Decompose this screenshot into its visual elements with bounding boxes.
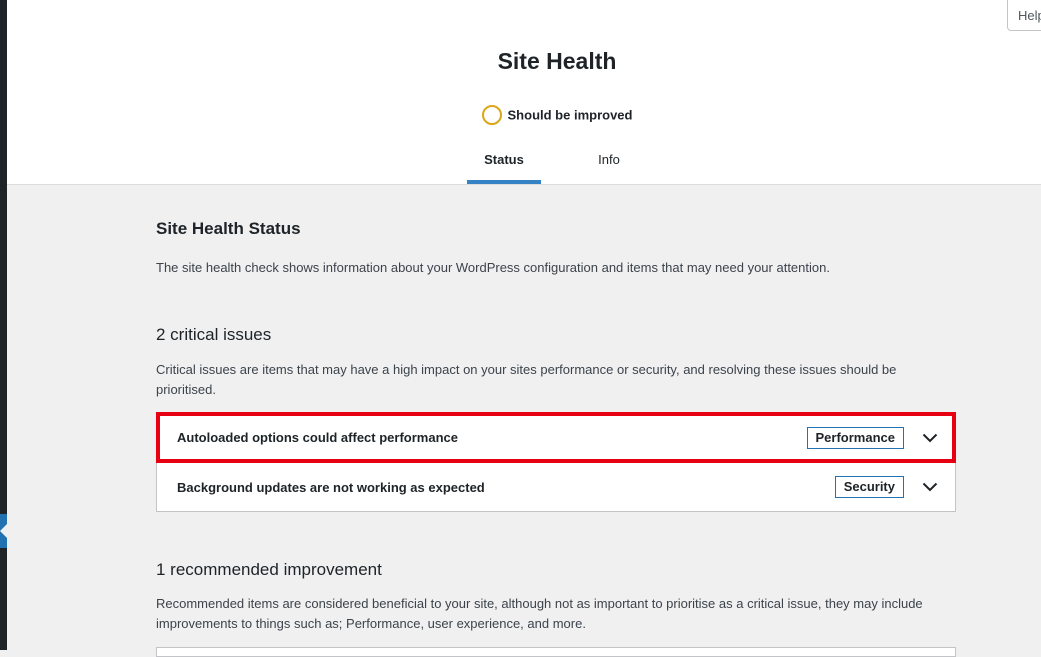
chevron-down-icon[interactable]	[917, 425, 943, 451]
critical-issues-description: Critical issues are items that may have …	[156, 362, 897, 397]
tab-info[interactable]: Info	[581, 152, 637, 184]
help-tab-button[interactable]: Help	[1007, 0, 1041, 31]
issue-row-background-updates[interactable]: Background updates are not working as ex…	[157, 462, 955, 511]
tab-status[interactable]: Status	[467, 152, 541, 184]
issue-title: Autoloaded options could affect performa…	[177, 430, 458, 445]
issue-title: Background updates are not working as ex…	[177, 479, 485, 495]
site-health-screen: Help Site Health Should be improved Stat…	[7, 0, 1041, 657]
status-ring-icon	[481, 105, 502, 125]
collapse-arrow-icon[interactable]	[0, 514, 7, 548]
issue-badge-security: Security	[834, 476, 904, 498]
critical-issues-heading: 2 critical issues	[156, 325, 272, 344]
chevron-down-icon[interactable]	[917, 474, 943, 500]
status-label: Should be improved	[507, 107, 633, 123]
page-title: Site Health	[497, 48, 617, 74]
section-heading: Site Health Status	[156, 219, 301, 238]
site-health-header: Help Site Health Should be improved Stat…	[7, 0, 1041, 185]
recommended-improvements-heading: 1 recommended improvement	[156, 560, 382, 579]
admin-sidebar-edge	[0, 0, 7, 650]
issue-badge-performance: Performance	[806, 426, 904, 449]
critical-issues-list: Autoloaded options could affect performa…	[156, 412, 956, 512]
recommended-improvements-list	[156, 647, 956, 657]
recommended-improvements-description: Recommended items are considered benefic…	[156, 596, 923, 631]
intro-text: The site health check shows information …	[156, 260, 830, 275]
issue-row-autoloaded-options[interactable]: Autoloaded options could affect performa…	[156, 412, 956, 463]
health-status-indicator: Should be improved	[7, 105, 1041, 126]
